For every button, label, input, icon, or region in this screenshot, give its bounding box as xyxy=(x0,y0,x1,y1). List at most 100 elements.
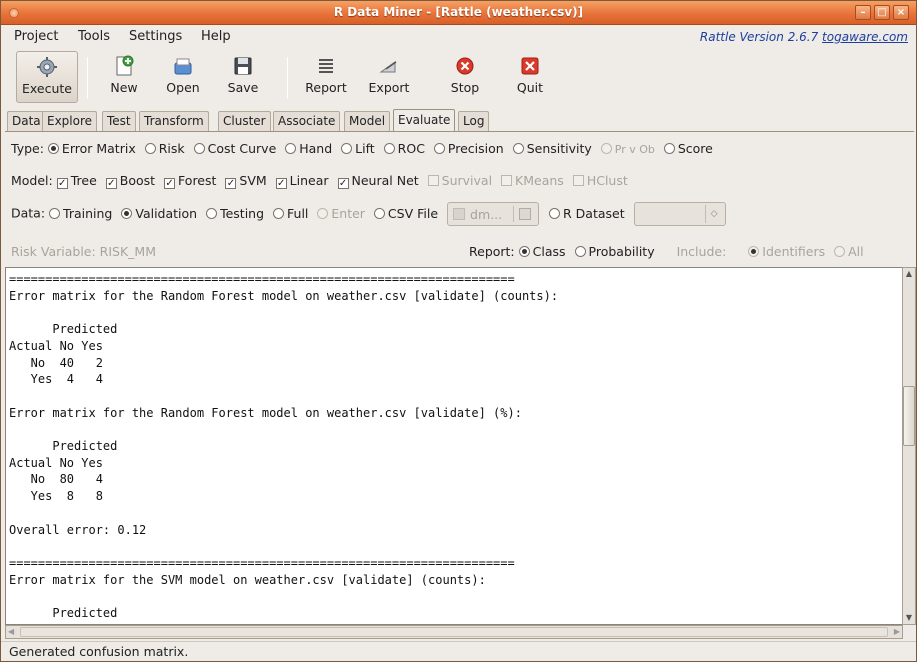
option-label: Survival xyxy=(441,173,493,188)
menu-tools[interactable]: Tools xyxy=(78,29,110,44)
model-boost-checkbox[interactable]: ✓ Boost xyxy=(105,173,156,189)
radio-icon xyxy=(383,143,395,154)
save-button[interactable]: Save xyxy=(221,51,265,103)
model-svm-checkbox[interactable]: ✓ SVM xyxy=(225,173,267,189)
radio-icon xyxy=(341,143,353,154)
include-identifiers-radio: Identifiers xyxy=(748,244,825,259)
model-label: Model: xyxy=(11,173,53,188)
tab-data[interactable]: Data xyxy=(7,111,46,131)
model-neural-net-checkbox[interactable]: ✓ Neural Net xyxy=(337,173,419,189)
include-label: Include: xyxy=(676,244,727,259)
option-label: Boost xyxy=(119,173,156,188)
scroll-down-icon[interactable]: ▼ xyxy=(904,613,914,623)
csv-file-value: dm... xyxy=(470,207,503,222)
menu-settings[interactable]: Settings xyxy=(129,29,182,44)
option-label: KMeans xyxy=(515,173,564,188)
type-cost-curve-radio[interactable]: Cost Curve xyxy=(193,141,276,156)
csv-file-chooser: dm... xyxy=(447,202,540,226)
data-full-radio[interactable]: Full xyxy=(273,206,308,221)
type-roc-radio[interactable]: ROC xyxy=(383,141,425,156)
radio-icon xyxy=(285,143,297,154)
option-label: Probability xyxy=(588,244,655,259)
checkbox-checked-icon: ✓ xyxy=(275,178,287,189)
report-class-radio[interactable]: Class xyxy=(518,244,566,259)
vertical-scrollbar[interactable]: ▲ ▼ xyxy=(902,267,916,625)
stop-button[interactable]: Stop xyxy=(444,51,486,103)
radio-icon xyxy=(273,207,285,219)
checkbox-checked-icon: ✓ xyxy=(164,178,176,189)
option-label: Pr v Ob xyxy=(614,143,655,156)
type-row: Type: Error Matrix Risk Cost Curve Hand … xyxy=(11,141,718,156)
option-label: CSV File xyxy=(387,205,439,221)
type-score-radio[interactable]: Score xyxy=(663,141,713,156)
menu-project[interactable]: Project xyxy=(14,29,58,44)
type-error-matrix-radio[interactable]: Error Matrix xyxy=(47,141,136,156)
quit-button[interactable]: Quit xyxy=(509,51,551,103)
report-label: Report: xyxy=(469,244,515,259)
stop-label: Stop xyxy=(450,80,480,95)
data-training-radio[interactable]: Training xyxy=(49,206,112,221)
scroll-left-icon[interactable]: ◀ xyxy=(8,626,14,638)
report-icon xyxy=(319,59,333,73)
checkbox-checked-icon: ✓ xyxy=(225,178,237,189)
new-button[interactable]: New xyxy=(101,51,147,103)
tab-evaluate[interactable]: Evaluate xyxy=(393,109,456,132)
radio-icon xyxy=(549,207,560,219)
report-button[interactable]: Report xyxy=(301,51,351,103)
tab-cluster[interactable]: Cluster xyxy=(218,111,271,131)
minimize-button[interactable]: – xyxy=(855,5,871,20)
type-lift-radio[interactable]: Lift xyxy=(341,141,375,156)
tab-test[interactable]: Test xyxy=(102,111,136,131)
model-tree-checkbox[interactable]: ✓ Tree xyxy=(56,173,97,189)
model-linear-checkbox[interactable]: ✓ Linear xyxy=(275,173,329,189)
radio-icon xyxy=(121,207,133,219)
execute-label: Execute xyxy=(22,81,72,96)
output-text-view[interactable]: ========================================… xyxy=(5,267,903,625)
data-csv-file-radio[interactable]: CSV File xyxy=(373,205,439,221)
scroll-up-icon[interactable]: ▲ xyxy=(904,269,914,279)
maximize-button[interactable]: □ xyxy=(874,5,890,20)
open-button[interactable]: Open xyxy=(161,51,205,103)
horizontal-scroll-thumb[interactable] xyxy=(20,627,888,637)
version-info: Rattle Version 2.6.7 togaware.com xyxy=(700,30,908,44)
execute-button[interactable]: Execute xyxy=(16,51,78,103)
export-button[interactable]: Export xyxy=(363,51,415,103)
model-forest-checkbox[interactable]: ✓ Forest xyxy=(164,173,216,189)
option-label: All xyxy=(848,244,864,259)
save-floppy-icon xyxy=(234,57,252,75)
horizontal-scrollbar[interactable]: ◀ ▶ xyxy=(5,625,903,639)
option-label: Linear xyxy=(289,173,329,188)
data-enter-radio: Enter xyxy=(317,206,365,221)
tab-transform[interactable]: Transform xyxy=(139,111,209,131)
tab-associate[interactable]: Associate xyxy=(273,111,341,131)
type-hand-radio[interactable]: Hand xyxy=(285,141,332,156)
model-hclust-checkbox: HClust xyxy=(572,173,628,188)
radio-icon xyxy=(512,143,524,154)
vertical-scroll-thumb[interactable] xyxy=(903,386,915,446)
type-precision-radio[interactable]: Precision xyxy=(433,141,504,156)
option-label: Forest xyxy=(178,173,217,188)
type-risk-radio[interactable]: Risk xyxy=(144,141,185,156)
include-all-radio: All xyxy=(834,244,864,259)
togaware-link[interactable]: togaware.com xyxy=(822,30,908,44)
spin-arrows-icon: ◇ xyxy=(704,205,723,223)
close-button[interactable]: × xyxy=(893,5,909,20)
option-label: HClust xyxy=(586,173,628,188)
save-label: Save xyxy=(227,80,259,95)
model-row: Model: ✓ Tree ✓ Boost ✓ Forest ✓ SVM ✓ Linear… xyxy=(11,173,633,189)
checkbox-icon xyxy=(501,175,513,186)
type-sensitivity-radio[interactable]: Sensitivity xyxy=(512,141,592,156)
menu-help[interactable]: Help xyxy=(201,29,231,44)
tab-model[interactable]: Model xyxy=(344,111,391,131)
main-window: R Data Miner - [Rattle (weather.csv)] – … xyxy=(0,0,917,662)
tab-explore[interactable]: Explore xyxy=(42,111,98,131)
option-label: SVM xyxy=(239,173,267,188)
scroll-right-icon[interactable]: ▶ xyxy=(894,626,900,638)
window-title: R Data Miner - [Rattle (weather.csv)] xyxy=(333,5,584,19)
tab-log[interactable]: Log xyxy=(458,111,490,131)
report-label: Report xyxy=(305,80,347,95)
data-validation-radio[interactable]: Validation xyxy=(121,206,197,221)
data-testing-radio[interactable]: Testing xyxy=(206,206,264,221)
report-probability-radio[interactable]: Probability xyxy=(574,244,655,259)
data-r-dataset-radio[interactable]: R Dataset xyxy=(549,206,625,221)
